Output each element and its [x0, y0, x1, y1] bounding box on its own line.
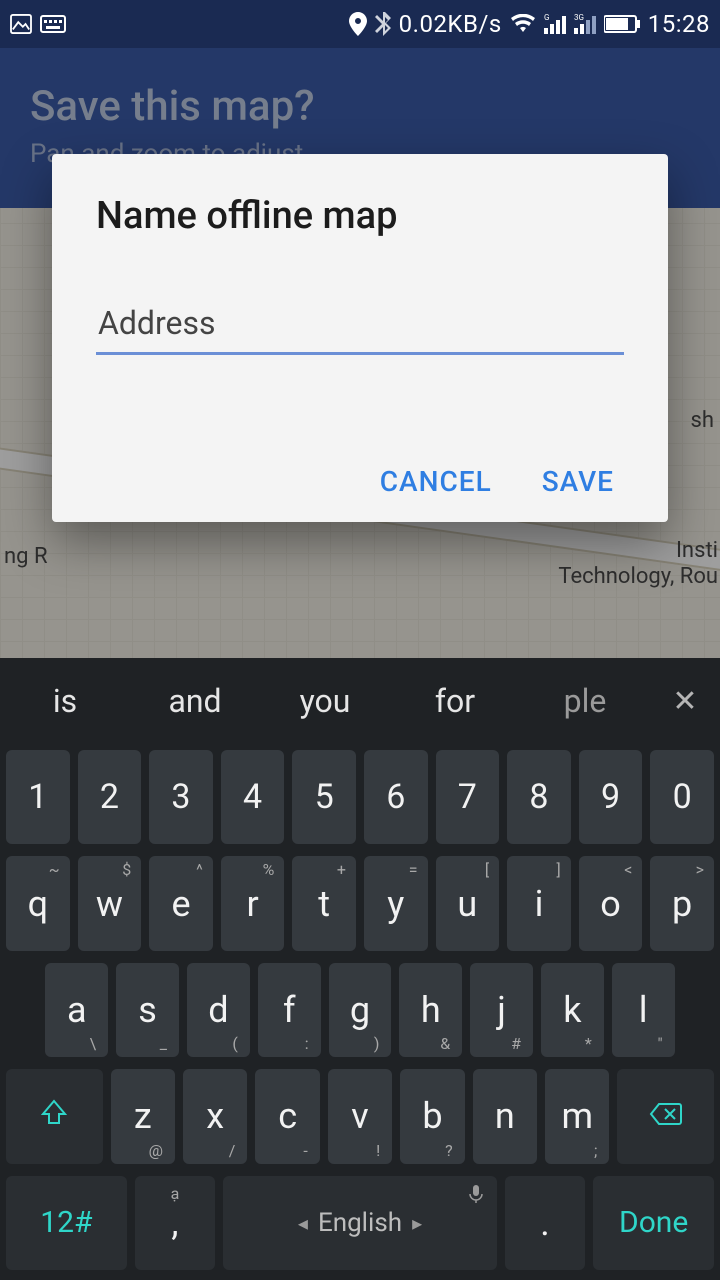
data-rate: 0.02KB/s	[399, 10, 502, 38]
key-2[interactable]: 2	[78, 750, 142, 844]
key-4[interactable]: 4	[221, 750, 285, 844]
key-l[interactable]: l"	[612, 963, 675, 1057]
key-rows: 1 2 3 4 5 6 7 8 9 0 ~q $w ^e %r +t =y [u…	[0, 744, 720, 1280]
clock: 15:28	[648, 10, 710, 38]
key-0[interactable]: 0	[650, 750, 714, 844]
key-x[interactable]: x/	[183, 1069, 247, 1163]
number-row: 1 2 3 4 5 6 7 8 9 0	[6, 750, 714, 844]
comma-key[interactable]: ạ ,	[135, 1176, 215, 1270]
key-1[interactable]: 1	[6, 750, 70, 844]
bottom-row: 12# ạ , ◂ English ▸ . Done	[6, 1176, 714, 1270]
key-9[interactable]: 9	[579, 750, 643, 844]
key-c[interactable]: c-	[255, 1069, 319, 1163]
dialog-title: Name offline map	[96, 194, 624, 238]
wifi-icon	[510, 14, 536, 34]
map-name-input[interactable]	[96, 298, 624, 355]
close-suggestions-icon[interactable]: ✕	[650, 684, 720, 719]
name-map-dialog: Name offline map CANCEL SAVE	[52, 154, 668, 522]
key-e[interactable]: ^e	[149, 856, 213, 950]
key-5[interactable]: 5	[292, 750, 356, 844]
screen: 0.02KB/s G 3G 15:28 Save this map? Pan a…	[0, 0, 720, 1280]
key-h[interactable]: h&	[399, 963, 462, 1057]
key-a[interactable]: a\	[45, 963, 108, 1057]
gallery-icon	[10, 14, 32, 34]
bluetooth-icon	[375, 12, 391, 36]
shift-key[interactable]	[6, 1069, 103, 1163]
save-button[interactable]: SAVE	[542, 465, 614, 498]
suggestion[interactable]: you	[260, 682, 390, 720]
key-b[interactable]: b?	[400, 1069, 464, 1163]
status-right: 0.02KB/s G 3G 15:28	[349, 10, 710, 38]
key-g[interactable]: g)	[329, 963, 392, 1057]
key-w[interactable]: $w	[78, 856, 142, 950]
cancel-button[interactable]: CANCEL	[380, 465, 492, 498]
key-m[interactable]: m;	[545, 1069, 609, 1163]
key-k[interactable]: k*	[541, 963, 604, 1057]
key-v[interactable]: v!	[328, 1069, 392, 1163]
dialog-actions: CANCEL SAVE	[96, 465, 624, 498]
battery-icon	[604, 15, 640, 33]
key-d[interactable]: d(	[187, 963, 250, 1057]
suggestion[interactable]: for	[390, 682, 520, 720]
space-label: English	[318, 1208, 402, 1238]
location-icon	[349, 12, 367, 36]
qwerty-row-1: ~q $w ^e %r +t =y [u ]i <o >p	[6, 856, 714, 950]
chevron-right-icon: ▸	[412, 1211, 422, 1235]
done-key[interactable]: Done	[593, 1176, 714, 1270]
suggestion-row: is and you for ple ✕	[0, 658, 720, 744]
signal-1-icon: G	[544, 14, 566, 34]
key-p[interactable]: >p	[650, 856, 714, 950]
key-n[interactable]: n	[473, 1069, 537, 1163]
svg-text:G: G	[544, 14, 549, 22]
key-i[interactable]: ]i	[507, 856, 571, 950]
suggestion[interactable]: ple	[520, 682, 650, 720]
keyboard-status-icon	[40, 15, 66, 33]
key-q[interactable]: ~q	[6, 856, 70, 950]
signal-2-icon: 3G	[574, 14, 596, 34]
suggestion[interactable]: and	[130, 682, 260, 720]
key-8[interactable]: 8	[507, 750, 571, 844]
space-key[interactable]: ◂ English ▸	[223, 1176, 497, 1270]
chevron-left-icon: ◂	[298, 1211, 308, 1235]
status-bar: 0.02KB/s G 3G 15:28	[0, 0, 720, 48]
key-f[interactable]: f:	[258, 963, 321, 1057]
key-r[interactable]: %r	[221, 856, 285, 950]
key-u[interactable]: [u	[436, 856, 500, 950]
backspace-icon	[649, 1100, 683, 1133]
key-s[interactable]: s_	[116, 963, 179, 1057]
status-left	[10, 14, 66, 34]
backspace-key[interactable]	[617, 1069, 714, 1163]
suggestion[interactable]: is	[0, 682, 130, 720]
key-z[interactable]: z@	[111, 1069, 175, 1163]
key-6[interactable]: 6	[364, 750, 428, 844]
mic-icon	[469, 1184, 483, 1209]
qwerty-row-3: z@ x/ c- v! b? n m;	[6, 1069, 714, 1163]
key-3[interactable]: 3	[149, 750, 213, 844]
key-j[interactable]: j#	[470, 963, 533, 1057]
svg-text:3G: 3G	[574, 14, 584, 22]
soft-keyboard: is and you for ple ✕ 1 2 3 4 5 6 7 8 9 0…	[0, 658, 720, 1280]
period-key[interactable]: .	[505, 1176, 585, 1270]
symbols-key[interactable]: 12#	[6, 1176, 127, 1270]
key-t[interactable]: +t	[292, 856, 356, 950]
qwerty-row-2: a\ s_ d( f: g) h& j# k* l"	[6, 963, 714, 1057]
key-7[interactable]: 7	[436, 750, 500, 844]
key-o[interactable]: <o	[579, 856, 643, 950]
shift-icon	[40, 1099, 68, 1134]
key-y[interactable]: =y	[364, 856, 428, 950]
